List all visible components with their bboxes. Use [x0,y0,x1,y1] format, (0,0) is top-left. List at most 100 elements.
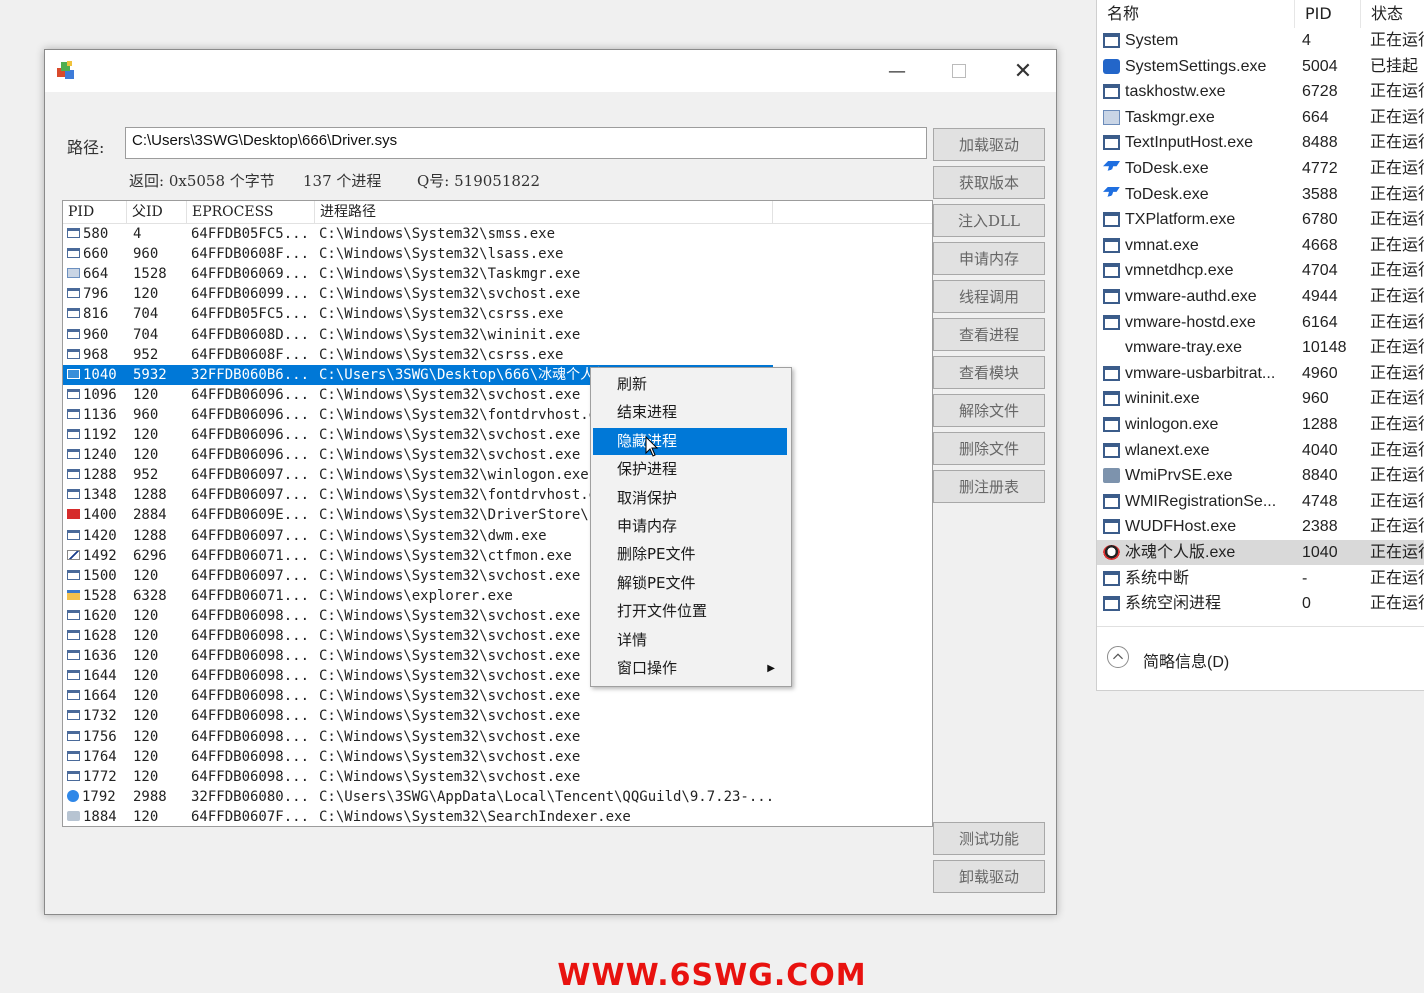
get-version-button[interactable]: 获取版本 [933,166,1045,199]
menu-item-protect-process[interactable]: 保护进程 [593,456,787,483]
process-row[interactable]: 660 960 64FFDB0608F... C:\Windows\System32\… [63,244,773,264]
pid-text: 1096 [83,386,117,403]
tm-process-row[interactable]: SystemSettings.exe 5004 已挂起 [1097,54,1424,79]
process-row[interactable]: 796 120 64FFDB06099... C:\Windows\System32\… [63,284,773,304]
tm-process-row[interactable]: System 4 正在运行 [1097,28,1424,53]
view-process-button[interactable]: 查看进程 [933,318,1045,351]
tm-process-row[interactable]: winlogon.exe 1288 正在运行 [1097,412,1424,437]
process-row[interactable]: 1664 120 64FFDB06098... C:\Windows\System32… [63,686,773,706]
amd-icon [67,509,80,520]
column-header-pid[interactable]: PID [63,201,127,223]
tm-process-row[interactable]: 冰魂个人版.exe 1040 正在运行 [1097,540,1424,565]
minimize-button[interactable]: — [867,50,927,92]
process-row[interactable]: 1884 120 64FFDB0607F... C:\Windows\System32… [63,807,773,826]
tm-process-row[interactable]: WUDFHost.exe 2388 正在运行 [1097,514,1424,539]
unlock-file-button[interactable]: 解除文件 [933,394,1045,427]
cell-parent-id: 2884 [133,507,167,524]
tm-process-row[interactable]: WMIRegistrationSe... 4748 正在运行 [1097,489,1424,514]
tm-process-row[interactable]: TextInputHost.exe 8488 正在运行 [1097,130,1424,155]
tm-process-row[interactable]: 系统空闲进程 0 正在运行 [1097,591,1424,616]
cell-pid: 1884 [67,807,127,826]
menu-item-cancel-protect[interactable]: 取消保护 [593,485,787,512]
cell-pid: 1764 [67,747,127,767]
path-input[interactable]: C:\Users\3SWG\Desktop\666\Driver.sys [125,127,927,159]
tm-column-header-status[interactable]: 状态 [1361,0,1424,28]
process-row[interactable]: 960 704 64FFDB0608D... C:\Windows\System32\… [63,325,773,345]
cell-eprocess: 64FFDB06069... [191,266,310,283]
tm-process-row[interactable]: vmware-tray.exe 10148 正在运行 [1097,335,1424,360]
process-row[interactable]: 1732 120 64FFDB06098... C:\Windows\System32… [63,706,773,726]
menu-item-unlock-pe-file[interactable]: 解锁PE文件 [593,570,787,597]
tm-process-row[interactable]: vmware-hostd.exe 6164 正在运行 [1097,310,1424,335]
tm-process-row[interactable]: 系统中断 - 正在运行 [1097,566,1424,591]
tm-process-row[interactable]: wlanext.exe 4040 正在运行 [1097,438,1424,463]
column-header-eprocess[interactable]: EPROCESS [187,201,315,223]
tm-process-row[interactable]: TXPlatform.exe 6780 正在运行 [1097,207,1424,232]
tm-process-row[interactable]: Taskmgr.exe 664 正在运行 [1097,105,1424,130]
process-row[interactable]: 816 704 64FFDB05FC5... C:\Windows\System32\… [63,304,773,324]
tm-process-row[interactable]: vmware-authd.exe 4944 正在运行 [1097,284,1424,309]
process-row[interactable]: 664 1528 64FFDB06069... C:\Windows\System32… [63,264,773,284]
inject-dll-button[interactable]: 注入DLL [933,204,1045,237]
menu-item-delete-pe-file[interactable]: 删除PE文件 [593,541,787,568]
tm-process-row[interactable]: wininit.exe 960 正在运行 [1097,386,1424,411]
menu-item-hide-process[interactable]: 隐藏进程 [593,427,787,455]
process-row[interactable]: 1792 2988 32FFDB06080... C:\Users\3SWG\AppD… [63,787,773,807]
window-app-icon [1103,570,1120,586]
menu-item-end-process[interactable]: 结束进程 [593,399,787,426]
fewer-details-link[interactable]: 简略信息(D) [1143,648,1229,672]
test-function-button[interactable]: 测试功能 [933,822,1045,855]
window-app-icon [67,670,80,681]
view-module-button[interactable]: 查看模块 [933,356,1045,389]
thread-call-button[interactable]: 线程调用 [933,280,1045,313]
process-row[interactable]: 580 4 64FFDB05FC5... C:\Windows\System32\sm… [63,224,773,244]
unload-driver-button[interactable]: 卸载驱动 [933,860,1045,893]
tm-process-row[interactable]: vmnetdhcp.exe 4704 正在运行 [1097,258,1424,283]
close-button[interactable]: ✕ [993,50,1053,92]
process-row[interactable]: 968 952 64FFDB0608F... C:\Windows\System32\… [63,345,773,365]
process-list[interactable]: PID 父ID EPROCESS 进程路径 580 4 64FFDB05FC5...… [62,200,933,827]
chevron-up-circle-icon[interactable] [1107,646,1129,668]
window-app-icon [1103,289,1120,304]
column-header-process-path[interactable]: 进程路径 [315,201,773,223]
maximize-icon [952,64,966,78]
tm-cell-status: 正在运行 [1370,160,1424,177]
menu-item-window-ops[interactable]: 窗口操作 ▶ [593,655,787,682]
menu-item-open-file-location[interactable]: 打开文件位置 [593,598,787,625]
tm-process-row[interactable]: WmiPrvSE.exe 8840 正在运行 [1097,463,1424,488]
pid-text: 1348 [83,487,117,504]
tm-process-row[interactable]: vmnat.exe 4668 正在运行 [1097,233,1424,258]
maximize-button[interactable] [929,50,989,92]
pid-text: 1492 [83,547,117,564]
cell-parent-id: 6328 [133,587,167,604]
column-header-parent-id[interactable]: 父ID [127,201,187,223]
cell-eprocess: 64FFDB0608D... [191,326,310,343]
pid-text: 1636 [83,648,117,665]
process-row[interactable]: 1772 120 64FFDB06098... C:\Windows\System32… [63,767,773,787]
menu-item-label: 详情 [617,630,648,649]
title-bar[interactable]: — ✕ [45,50,1056,92]
app-icon [57,61,74,79]
menu-item-alloc-memory[interactable]: 申请内存 [593,513,787,540]
menu-item-details[interactable]: 详情 [593,627,787,654]
tm-process-row[interactable]: vmware-usbarbitrat... 4960 正在运行 [1097,361,1424,386]
process-row[interactable]: 1756 120 64FFDB06098... C:\Windows\System32… [63,727,773,747]
window-app-icon [1103,237,1120,253]
tm-process-row[interactable]: taskhostw.exe 6728 正在运行 [1097,79,1424,104]
load-driver-button[interactable]: 加载驱动 [933,128,1045,161]
delete-registry-button[interactable]: 删注册表 [933,470,1045,503]
window-app-icon [67,308,80,319]
tm-process-row[interactable]: ToDesk.exe 4772 正在运行 [1097,156,1424,181]
menu-item-refresh[interactable]: 刷新 [593,371,787,398]
tm-cell-status: 正在运行 [1370,569,1424,587]
alloc-memory-button[interactable]: 申请内存 [933,242,1045,275]
tm-column-header-pid[interactable]: PID [1295,0,1361,28]
wmi-icon [1103,468,1120,484]
tm-cell-status: 正在运行 [1370,32,1424,49]
tm-cell-status: 正在运行 [1370,83,1424,101]
tm-cell-pid: 8488 [1302,134,1338,152]
process-row[interactable]: 1764 120 64FFDB06098... C:\Windows\System32… [63,747,773,767]
delete-file-button[interactable]: 删除文件 [933,432,1045,465]
cell-pid: 1528 [67,586,127,606]
tm-process-row[interactable]: ToDesk.exe 3588 正在运行 [1097,182,1424,207]
